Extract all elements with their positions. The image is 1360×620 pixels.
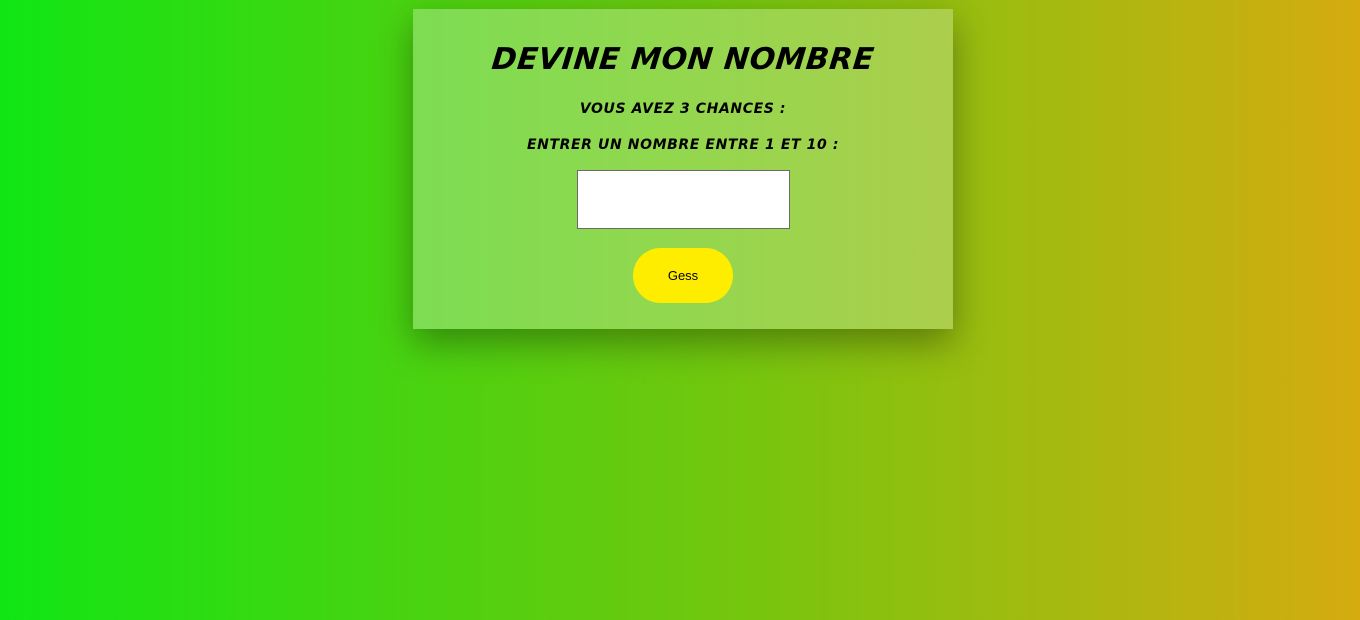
guess-button[interactable]: Gess [633,248,733,303]
guess-input[interactable] [577,170,790,229]
page-title: Devine mon nombre [490,42,876,77]
number-prompt-label: Entrer un nombre entre 1 et 10 : [526,137,840,153]
game-card: Devine mon nombre Vous avez 3 chances : … [413,9,953,329]
chances-label: Vous avez 3 chances : [579,101,787,117]
